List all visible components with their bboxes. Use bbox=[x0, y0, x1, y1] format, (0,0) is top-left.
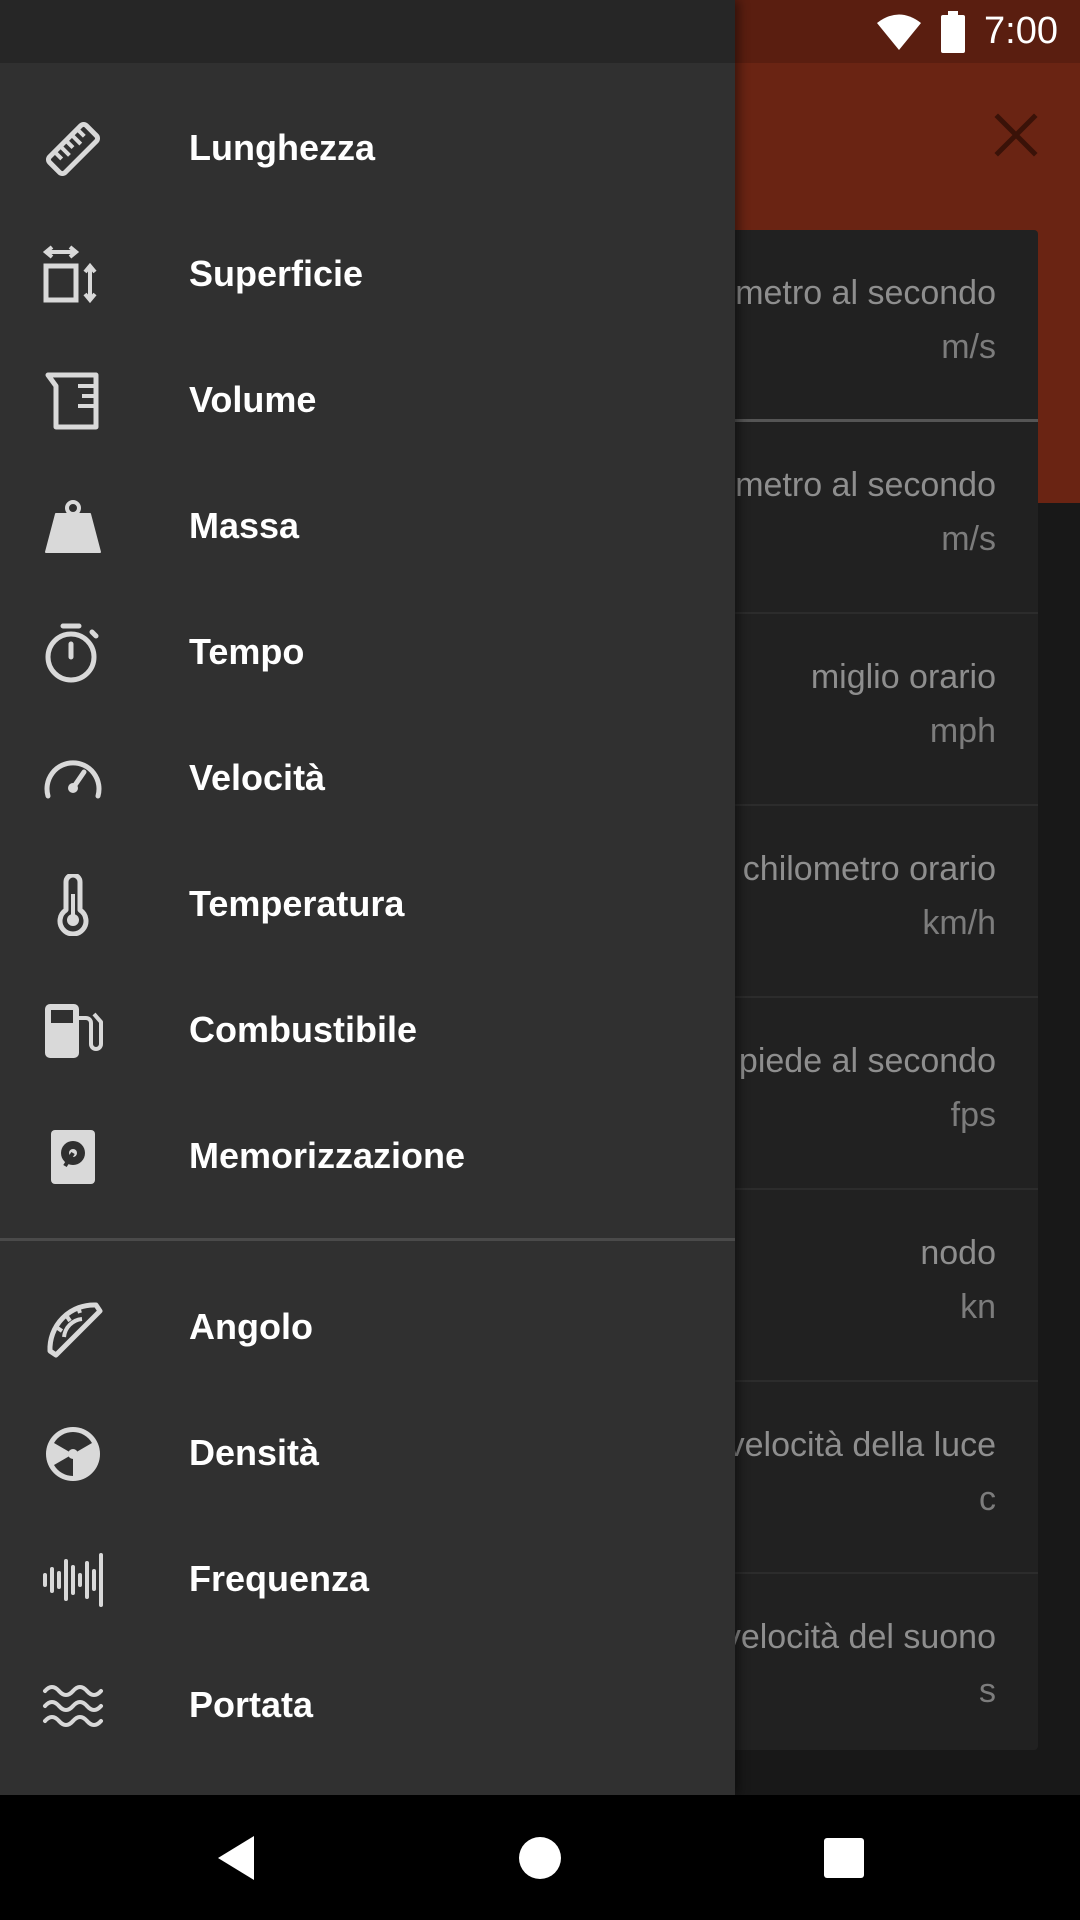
drawer-item-densita[interactable]: Densità bbox=[0, 1390, 735, 1516]
drawer-divider bbox=[0, 1238, 735, 1241]
clock: 7:00 bbox=[984, 10, 1058, 52]
stopwatch-icon bbox=[42, 622, 104, 684]
navigation-drawer: Lunghezza Superficie Volume Massa Tempo … bbox=[0, 0, 735, 1795]
protractor-icon bbox=[42, 1297, 104, 1359]
unit-name: nodo bbox=[920, 1234, 996, 1272]
drawer-item-frequenza[interactable]: Frequenza bbox=[0, 1516, 735, 1642]
close-icon bbox=[994, 113, 1038, 157]
drawer-item-portata[interactable]: Portata bbox=[0, 1642, 735, 1768]
wifi-icon bbox=[877, 14, 922, 50]
thermometer-icon bbox=[42, 874, 104, 936]
system-nav-bar bbox=[0, 1795, 1080, 1920]
back-icon bbox=[218, 1836, 254, 1880]
drawer-item-label: Frequenza bbox=[189, 1558, 370, 1599]
close-button[interactable] bbox=[985, 100, 1047, 170]
unit-name: chilometro orario bbox=[742, 850, 996, 888]
drawer-item-label: Angolo bbox=[189, 1306, 313, 1347]
drawer-item-superficie[interactable]: Superficie bbox=[0, 211, 735, 337]
drawer-item-label: Combustibile bbox=[189, 1009, 418, 1050]
waveform-icon bbox=[42, 1549, 104, 1611]
drawer-item-label: Volume bbox=[189, 379, 317, 420]
home-button[interactable] bbox=[507, 1825, 573, 1891]
unit-abbr: fps bbox=[950, 1096, 996, 1134]
fuel-icon bbox=[42, 1000, 104, 1062]
recents-icon bbox=[824, 1838, 864, 1878]
drawer-item-velocita[interactable]: Velocità bbox=[0, 715, 735, 841]
density-icon bbox=[42, 1423, 104, 1485]
battery-icon bbox=[941, 10, 966, 53]
unit-name: piede al secondo bbox=[738, 1042, 996, 1080]
drawer-item-tempo[interactable]: Tempo bbox=[0, 589, 735, 715]
waves-icon bbox=[42, 1675, 104, 1737]
home-icon bbox=[519, 1837, 561, 1879]
drawer-item-angolo[interactable]: Angolo bbox=[0, 1264, 735, 1390]
unit-name: velocità del suono bbox=[723, 1618, 996, 1656]
unit-abbr: km/h bbox=[922, 904, 996, 942]
recents-button[interactable] bbox=[811, 1825, 877, 1891]
drawer-item-label: Lunghezza bbox=[189, 127, 375, 168]
drawer-item-temperatura[interactable]: Temperatura bbox=[0, 841, 735, 967]
drawer-item-label: Memorizzazione bbox=[189, 1135, 466, 1176]
back-button[interactable] bbox=[203, 1825, 269, 1891]
beaker-icon bbox=[42, 370, 104, 432]
weight-icon bbox=[42, 496, 104, 558]
unit-name: miglio orario bbox=[810, 658, 996, 696]
drawer-item-label: Tempo bbox=[189, 631, 305, 672]
unit-name: velocità della luce bbox=[727, 1426, 996, 1464]
unit-abbr: c bbox=[979, 1480, 996, 1518]
storage-icon bbox=[42, 1126, 104, 1188]
drawer-status-area bbox=[0, 0, 735, 63]
unit-abbr: kn bbox=[960, 1288, 996, 1326]
drawer-item-volume[interactable]: Volume bbox=[0, 337, 735, 463]
unit-abbr: mph bbox=[929, 712, 996, 750]
unit-abbr: m/s bbox=[941, 520, 996, 558]
drawer-item-combustibile[interactable]: Combustibile bbox=[0, 967, 735, 1093]
unit-abbr: s bbox=[979, 1672, 996, 1710]
drawer-item-label: Portata bbox=[189, 1684, 314, 1725]
drawer-item-label: Velocità bbox=[189, 757, 326, 798]
drawer-item-memorizzazione[interactable]: Memorizzazione bbox=[0, 1093, 735, 1219]
unit-abbr: m/s bbox=[941, 328, 996, 366]
speedometer-icon bbox=[42, 748, 104, 810]
unit-name: metro al secondo bbox=[735, 466, 996, 504]
drawer-item-lunghezza[interactable]: Lunghezza bbox=[0, 85, 735, 211]
ruler-icon bbox=[42, 118, 104, 180]
drawer-item-massa[interactable]: Massa bbox=[0, 463, 735, 589]
drawer-item-label: Temperatura bbox=[189, 883, 405, 924]
drawer-item-label: Densità bbox=[189, 1432, 320, 1473]
drawer-item-label: Massa bbox=[189, 505, 300, 546]
drawer-item-label: Superficie bbox=[189, 253, 364, 294]
unit-name: metro al secondo bbox=[735, 274, 996, 312]
area-icon bbox=[42, 244, 104, 306]
